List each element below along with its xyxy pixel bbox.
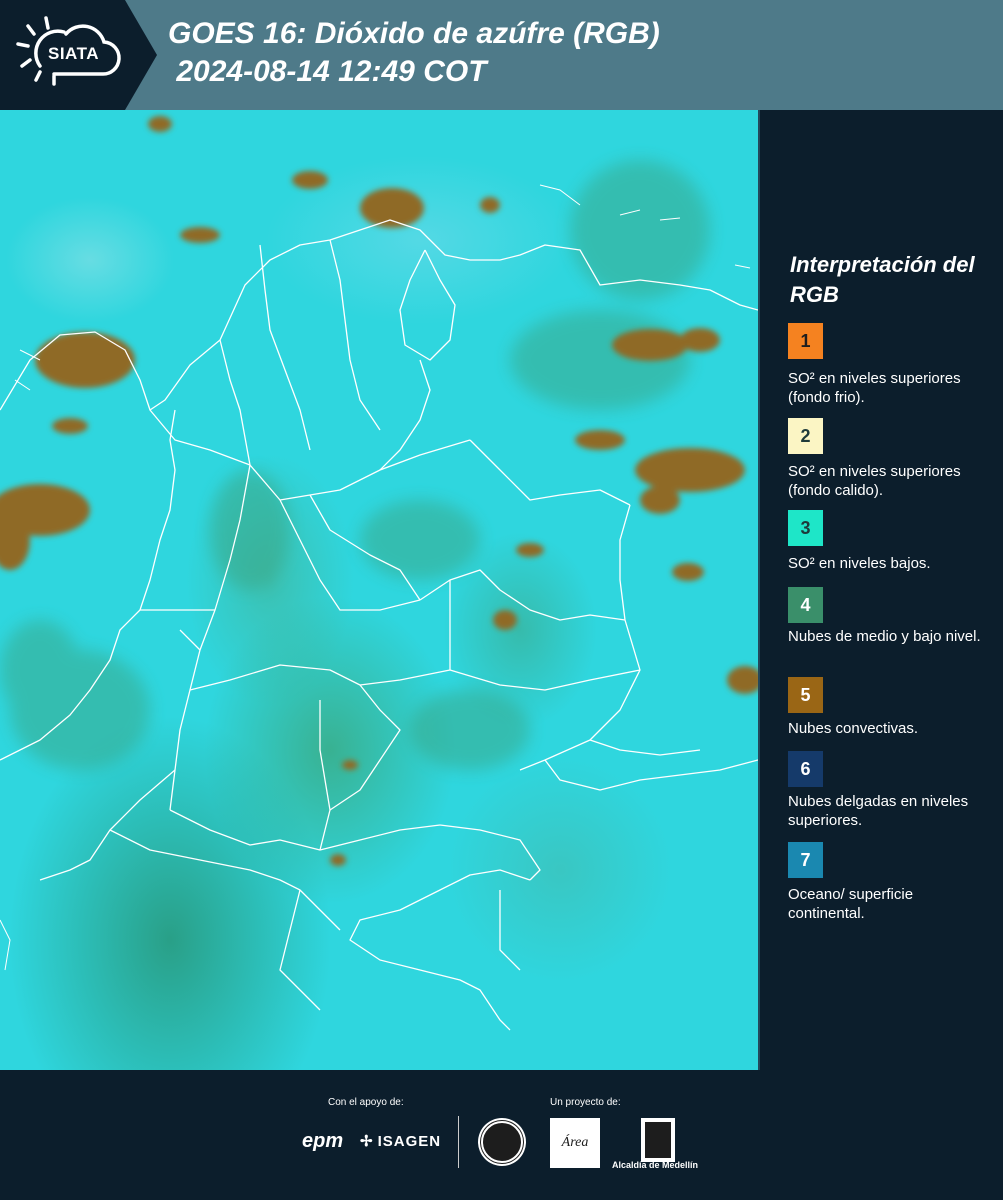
rgb-legend: Interpretación del RGB 1 SO² en niveles … [760, 110, 1003, 1070]
legend-title: Interpretación del RGB [790, 252, 975, 307]
isagen-icon: ✢ [360, 1133, 374, 1150]
legend-desc-4: Nubes de medio y bajo nivel. [788, 628, 981, 645]
legend-desc-1: SO² en niveles superiores (fondo frio). [788, 370, 961, 406]
epm-logo: epm [302, 1130, 344, 1152]
legend-desc-2: SO² en niveles superiores (fondo calido)… [788, 463, 961, 499]
low-cloud-patches [0, 160, 710, 770]
legend-swatch-1: 1 [788, 323, 823, 359]
page-title: GOES 16: Dióxido de azúfre (RGB) 2024-08… [168, 15, 660, 91]
title-line-1: GOES 16: Dióxido de azúfre (RGB) [168, 17, 660, 50]
isagen-text: ISAGEN [377, 1132, 442, 1150]
coastline-details [0, 184, 751, 971]
satellite-map [0, 110, 758, 1070]
legend-swatch-7: 7 [788, 842, 823, 878]
footer: Con el apoyo de: Un proyecto de: epm ✢ I… [0, 1070, 1003, 1200]
title-line-2: 2024-08-14 12:49 COT [168, 55, 487, 88]
header-bar: SIATA GOES 16: Dióxido de azúfre (RGB) 2… [0, 0, 1003, 110]
siata-logo-band: SIATA [0, 0, 125, 110]
siata-logo-text: SIATA [48, 44, 99, 63]
legend-desc-3: SO² en niveles bajos. [788, 555, 931, 572]
alcaldia-label: Alcaldía de Medellín [612, 1160, 699, 1170]
legend-swatch-4: 4 [788, 587, 823, 623]
legend-swatch-3: 3 [788, 510, 823, 546]
alcaldia-shield-icon [641, 1118, 675, 1162]
legend-desc-7: Oceano/ superficie continental. [788, 886, 914, 922]
medellin-seal-icon [478, 1118, 526, 1166]
footer-divider [458, 1116, 459, 1168]
legend-swatch-5: 5 [788, 677, 823, 713]
legend-desc-6: Nubes delgadas en niveles superiores. [788, 793, 969, 829]
area-metropolitana-logo: Área [550, 1118, 600, 1168]
logo-arrow [125, 0, 157, 110]
legend-swatch-2: 2 [788, 418, 823, 454]
legend-swatch-6: 6 [788, 751, 823, 787]
legend-desc-5: Nubes convectivas. [788, 720, 919, 737]
map-overlay [0, 116, 758, 1031]
support-label: Con el apoyo de: [328, 1097, 404, 1108]
isagen-logo: ✢ ISAGEN [360, 1132, 442, 1151]
project-label: Un proyecto de: [550, 1097, 621, 1108]
